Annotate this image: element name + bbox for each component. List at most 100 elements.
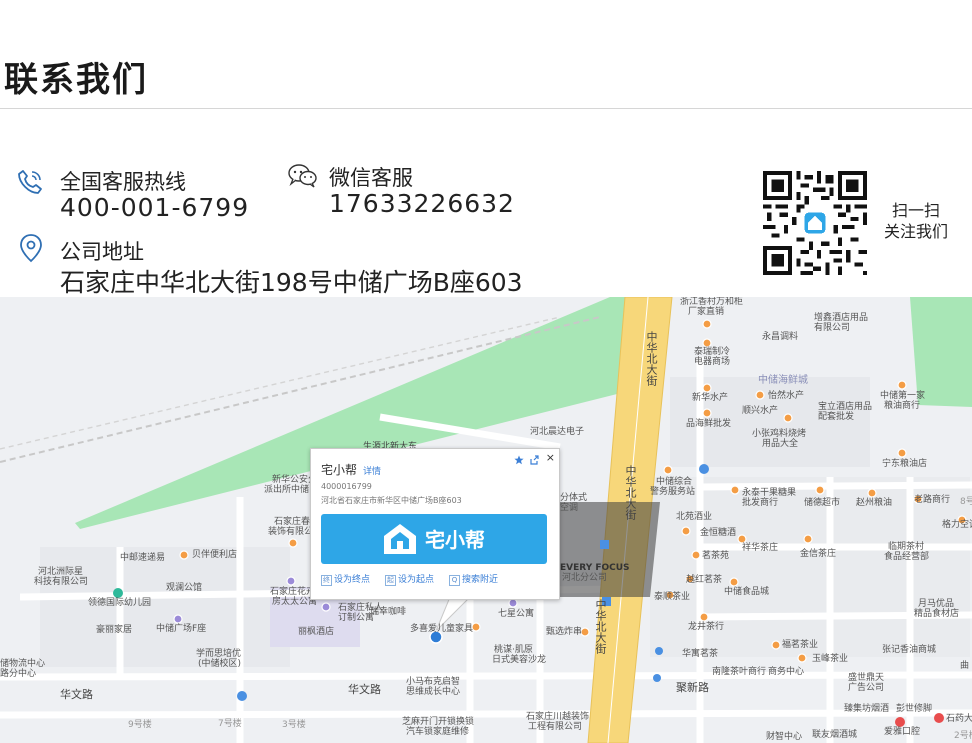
popup-brand-banner[interactable]: 宅小帮	[321, 514, 547, 564]
road-label: 华文路	[60, 688, 93, 701]
poi-label[interactable]: 派出所中储	[264, 485, 309, 496]
poi-label[interactable]: 福茗茶业	[782, 640, 818, 651]
qr-caption-line1: 扫一扫	[891, 201, 940, 220]
wechat-number[interactable]: 17633226632	[329, 189, 515, 218]
poi-label[interactable]: 中储食品城	[724, 587, 769, 598]
poi-label[interactable]: 粮油商行	[884, 401, 920, 412]
poi-label[interactable]: 石药大	[946, 714, 972, 725]
poi-label[interactable]: 七星公寓	[498, 609, 534, 620]
poi-label[interactable]: 顺兴水产	[742, 406, 778, 417]
search-icon: Q	[449, 575, 460, 586]
poi-label[interactable]: 路分中心	[0, 669, 36, 680]
poi-label[interactable]: 老路商行	[914, 495, 950, 506]
poi-label[interactable]: (中储校区)	[198, 659, 241, 670]
action-label: 设为终点	[334, 575, 371, 585]
action-label: 设为起点	[398, 575, 435, 585]
destination-icon: 终	[321, 575, 332, 586]
search-nearby-button[interactable]: Q 搜索附近	[449, 572, 498, 586]
road-label: 中华北大街	[594, 599, 607, 654]
poi-label: 8号楼	[960, 497, 972, 507]
poi-label[interactable]: 玉峰茶业	[812, 654, 848, 665]
map-info-popup: 宅小帮 详情 × 4000016799 河北省石家庄市新华区中储广场B座603 …	[310, 448, 560, 600]
poi-label[interactable]: 商务中心	[768, 667, 804, 678]
qr-caption-line2: 关注我们	[883, 222, 948, 241]
popup-phone: 4000016799	[321, 482, 372, 491]
poi-label[interactable]: 储德超市	[804, 498, 840, 509]
poi-label[interactable]: 华寓茗茶	[682, 649, 718, 660]
wechat-icon	[288, 164, 317, 188]
poi-label[interactable]: 品海鲜批发	[686, 419, 731, 430]
poi-label[interactable]: 河北晨达电子	[530, 427, 584, 438]
poi-label[interactable]: 爱雅口腔	[884, 727, 920, 738]
popup-title: 宅小帮	[321, 463, 358, 477]
poi-label[interactable]: 观澜公馆	[166, 583, 202, 594]
poi-label[interactable]: 中储海鲜城	[758, 375, 808, 386]
poi-label[interactable]: 领德国际幼儿园	[88, 598, 151, 609]
poi-label[interactable]: 警务服务站	[650, 487, 695, 498]
poi-label[interactable]: 龙井茶行	[688, 622, 724, 633]
poi-label[interactable]: 瑞幸咖啡	[370, 607, 406, 618]
road-label: 华文路	[348, 683, 381, 696]
poi-label[interactable]: 河北分公司	[562, 573, 607, 584]
poi-label[interactable]: 越红茗茶	[686, 575, 722, 586]
popup-detail-link[interactable]: 详情	[363, 464, 381, 477]
poi-label: 曲	[960, 661, 970, 671]
poi-label[interactable]: 赵州粮油	[856, 498, 892, 509]
poi-label[interactable]: 甄选炸串	[546, 627, 582, 638]
poi-label[interactable]: 联友烟酒城	[812, 730, 857, 741]
poi-label[interactable]: 配套批发	[818, 412, 854, 423]
poi-label[interactable]: 茗茶苑	[702, 551, 729, 562]
poi-label[interactable]: 宁东粮油店	[882, 459, 927, 470]
set-origin-button[interactable]: 起设为起点	[385, 572, 434, 586]
address-text: 石家庄中华北大街198号中储广场B座603	[60, 268, 523, 297]
phone-icon	[18, 170, 42, 194]
star-icon[interactable]	[514, 455, 524, 465]
poi-label[interactable]: 金恒糖酒	[700, 528, 736, 539]
poi-label[interactable]: 泰顺茶业	[654, 592, 690, 603]
poi-label[interactable]: 用品大全	[762, 439, 798, 450]
house-logo-icon	[384, 524, 416, 554]
poi-label[interactable]: 多喜爱儿童家具	[410, 624, 473, 635]
poi-label[interactable]: 食品经营部	[884, 552, 929, 563]
poi-label[interactable]: 贝伴便利店	[192, 550, 237, 561]
address-label: 公司地址	[60, 240, 144, 264]
poi-label[interactable]: 金信茶庄	[800, 549, 836, 560]
poi-label[interactable]: 科技有限公司	[34, 577, 88, 588]
poi-label[interactable]: 中储广场F座	[156, 624, 206, 635]
poi-label[interactable]: 彭世修脚	[896, 704, 932, 715]
poi-label[interactable]: 订制公寓	[338, 613, 374, 624]
poi-label[interactable]: 豪丽家居	[96, 625, 132, 636]
poi-label[interactable]: 厂家直销	[688, 307, 724, 318]
location-pin-icon	[20, 234, 42, 263]
share-icon[interactable]	[529, 455, 539, 465]
title-divider	[0, 108, 972, 109]
poi-label[interactable]: 怡然水产	[768, 391, 804, 402]
poi-label[interactable]: 有限公司	[814, 323, 850, 334]
hotline-number[interactable]: 400-001-6799	[60, 193, 249, 222]
poi-label[interactable]: 空调	[560, 503, 578, 514]
poi-label[interactable]: 北苑酒业	[676, 512, 712, 523]
poi-label[interactable]: 汽车锁家庭维修	[406, 727, 469, 738]
poi-label[interactable]: 思维成长中心	[406, 687, 460, 698]
poi-label[interactable]: 祥华茶庄	[742, 543, 778, 554]
poi-label: 3号楼	[282, 720, 306, 730]
poi-label[interactable]: 新华水产	[692, 393, 728, 404]
poi-label[interactable]: 中邮速递易	[120, 553, 165, 564]
poi-label: 9号楼	[128, 720, 152, 730]
poi-label[interactable]: 电器商场	[694, 357, 730, 368]
origin-icon: 起	[385, 575, 396, 586]
popup-close-button[interactable]: ×	[546, 451, 555, 464]
poi-label[interactable]: 日式美容沙龙	[492, 655, 546, 666]
poi-label[interactable]: 臻集坊烟酒	[844, 704, 889, 715]
poi-label[interactable]: 批发商行	[742, 498, 778, 509]
poi-label[interactable]: 精品食材店	[914, 609, 959, 620]
poi-label[interactable]: 格力空调	[942, 520, 972, 531]
poi-label[interactable]: 广告公司	[848, 683, 884, 694]
poi-label[interactable]: 南隆茶叶商行	[712, 667, 766, 678]
set-destination-button[interactable]: 终设为终点	[321, 572, 370, 586]
poi-label[interactable]: 工程有限公司	[528, 722, 582, 733]
poi-label[interactable]: 丽枫酒店	[298, 627, 334, 638]
poi-label[interactable]: 张记香油商城	[882, 645, 936, 656]
poi-label[interactable]: 财智中心	[766, 732, 802, 743]
poi-label[interactable]: 永昌调料	[762, 332, 798, 343]
